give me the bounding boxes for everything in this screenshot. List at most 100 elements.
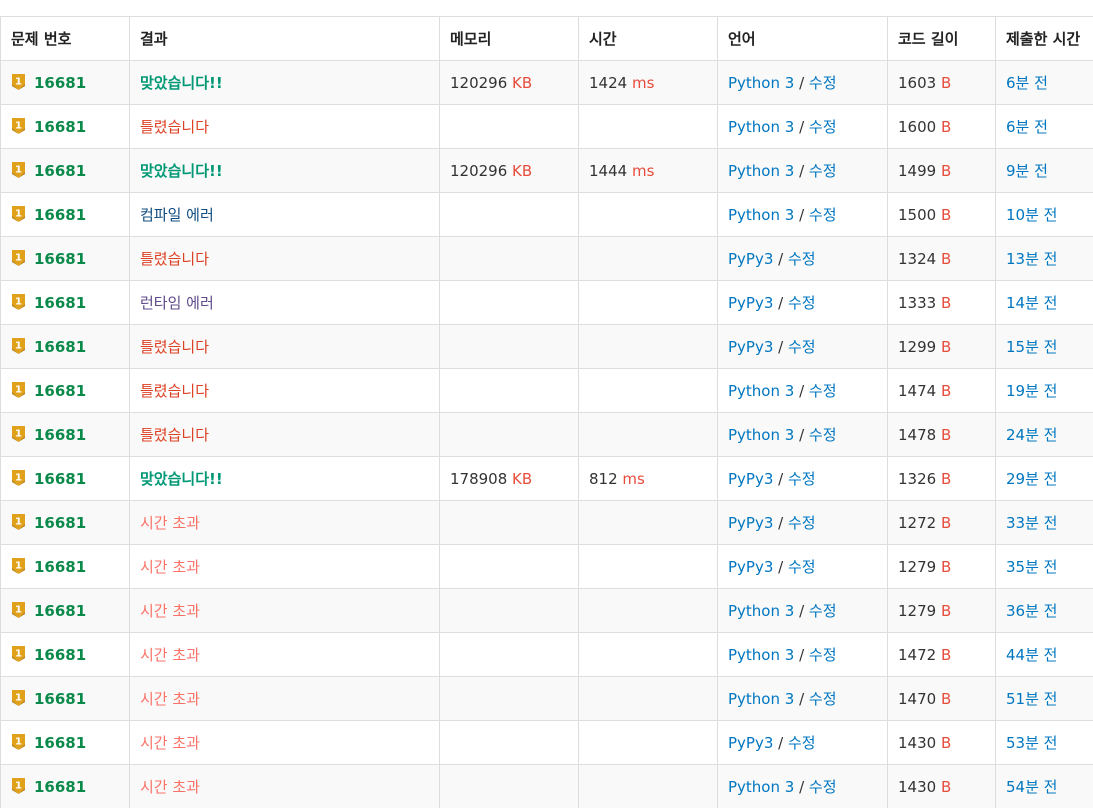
language-link[interactable]: Python 3 bbox=[728, 646, 794, 664]
problem-link[interactable]: 16681 bbox=[34, 646, 86, 664]
edit-link[interactable]: 수정 bbox=[788, 294, 816, 312]
result-text[interactable]: 런타임 에러 bbox=[140, 294, 214, 312]
submitted-time-link[interactable]: 24분 전 bbox=[1006, 426, 1057, 444]
problem-cell: 1 16681 bbox=[0, 324, 130, 369]
result-text[interactable]: 맞았습니다!! bbox=[140, 470, 223, 488]
edit-link[interactable]: 수정 bbox=[788, 470, 816, 488]
submitted-time-link[interactable]: 6분 전 bbox=[1006, 74, 1048, 92]
problem-link[interactable]: 16681 bbox=[34, 382, 86, 400]
result-text[interactable]: 시간 초과 bbox=[140, 558, 200, 576]
code-length-value: 1324 bbox=[898, 249, 937, 268]
edit-link[interactable]: 수정 bbox=[809, 162, 837, 180]
edit-link[interactable]: 수정 bbox=[809, 778, 837, 796]
edit-link[interactable]: 수정 bbox=[809, 602, 837, 620]
problem-link[interactable]: 16681 bbox=[34, 690, 86, 708]
table-row: 1 16681 시간 초과 PyPy3 / 수정 1430 B 53분 전 bbox=[0, 720, 1093, 765]
edit-link[interactable]: 수정 bbox=[809, 690, 837, 708]
language-link[interactable]: Python 3 bbox=[728, 206, 794, 224]
edit-link[interactable]: 수정 bbox=[809, 646, 837, 664]
result-text[interactable]: 시간 초과 bbox=[140, 514, 200, 532]
submitted-time-link[interactable]: 15분 전 bbox=[1006, 338, 1057, 356]
submitted-time-link[interactable]: 6분 전 bbox=[1006, 118, 1048, 136]
result-text[interactable]: 맞았습니다!! bbox=[140, 74, 223, 92]
problem-link[interactable]: 16681 bbox=[34, 206, 86, 224]
language-link[interactable]: PyPy3 bbox=[728, 514, 773, 532]
submitted-time-link[interactable]: 51분 전 bbox=[1006, 690, 1057, 708]
language-link[interactable]: PyPy3 bbox=[728, 250, 773, 268]
language-link[interactable]: Python 3 bbox=[728, 162, 794, 180]
result-text[interactable]: 시간 초과 bbox=[140, 778, 200, 796]
edit-link[interactable]: 수정 bbox=[809, 74, 837, 92]
time-unit: ms bbox=[622, 469, 645, 488]
language-link[interactable]: Python 3 bbox=[728, 778, 794, 796]
problem-link[interactable]: 16681 bbox=[34, 294, 86, 312]
submitted-time-cell: 29분 전 bbox=[995, 456, 1093, 501]
submitted-time-link[interactable]: 53분 전 bbox=[1006, 734, 1057, 752]
result-text[interactable]: 틀렸습니다 bbox=[140, 426, 209, 444]
code-length-unit: B bbox=[940, 469, 952, 488]
time-cell: 812 ms bbox=[578, 456, 718, 501]
edit-link[interactable]: 수정 bbox=[809, 206, 837, 224]
language-link[interactable]: PyPy3 bbox=[728, 558, 773, 576]
result-text[interactable]: 시간 초과 bbox=[140, 690, 200, 708]
submitted-time-link[interactable]: 10분 전 bbox=[1006, 206, 1057, 224]
result-text[interactable]: 맞았습니다!! bbox=[140, 162, 223, 180]
problem-link[interactable]: 16681 bbox=[34, 470, 86, 488]
problem-link[interactable]: 16681 bbox=[34, 162, 86, 180]
problem-link[interactable]: 16681 bbox=[34, 426, 86, 444]
submitted-time-link[interactable]: 19분 전 bbox=[1006, 382, 1057, 400]
submitted-time-link[interactable]: 36분 전 bbox=[1006, 602, 1057, 620]
edit-link[interactable]: 수정 bbox=[809, 382, 837, 400]
edit-link[interactable]: 수정 bbox=[788, 558, 816, 576]
edit-link[interactable]: 수정 bbox=[788, 734, 816, 752]
result-cell: 런타임 에러 bbox=[129, 280, 440, 325]
language-link[interactable]: PyPy3 bbox=[728, 470, 773, 488]
submitted-time-cell: 9분 전 bbox=[995, 148, 1093, 193]
submitted-time-link[interactable]: 14분 전 bbox=[1006, 294, 1057, 312]
edit-link[interactable]: 수정 bbox=[788, 514, 816, 532]
language-link[interactable]: PyPy3 bbox=[728, 294, 773, 312]
language-link[interactable]: Python 3 bbox=[728, 74, 794, 92]
result-text[interactable]: 시간 초과 bbox=[140, 734, 200, 752]
language-link[interactable]: Python 3 bbox=[728, 118, 794, 136]
problem-link[interactable]: 16681 bbox=[34, 602, 86, 620]
edit-link[interactable]: 수정 bbox=[809, 118, 837, 136]
language-link[interactable]: Python 3 bbox=[728, 426, 794, 444]
result-text[interactable]: 틀렸습니다 bbox=[140, 118, 209, 136]
language-link[interactable]: Python 3 bbox=[728, 690, 794, 708]
submitted-time-link[interactable]: 33분 전 bbox=[1006, 514, 1057, 532]
submitted-time-link[interactable]: 29분 전 bbox=[1006, 470, 1057, 488]
language-cell: PyPy3 / 수정 bbox=[717, 236, 888, 281]
result-text[interactable]: 시간 초과 bbox=[140, 646, 200, 664]
submitted-time-link[interactable]: 13분 전 bbox=[1006, 250, 1057, 268]
memory-cell: 120296 KB bbox=[439, 148, 579, 193]
result-text[interactable]: 시간 초과 bbox=[140, 602, 200, 620]
problem-link[interactable]: 16681 bbox=[34, 778, 86, 796]
problem-link[interactable]: 16681 bbox=[34, 734, 86, 752]
problem-cell: 1 16681 bbox=[0, 764, 130, 808]
submitted-time-link[interactable]: 9분 전 bbox=[1006, 162, 1048, 180]
language-link[interactable]: PyPy3 bbox=[728, 734, 773, 752]
edit-link[interactable]: 수정 bbox=[809, 426, 837, 444]
result-text[interactable]: 틀렸습니다 bbox=[140, 250, 209, 268]
result-text[interactable]: 틀렸습니다 bbox=[140, 382, 209, 400]
problem-link[interactable]: 16681 bbox=[34, 250, 86, 268]
submitted-time-link[interactable]: 54분 전 bbox=[1006, 778, 1057, 796]
language-cell: Python 3 / 수정 bbox=[717, 104, 888, 149]
edit-link[interactable]: 수정 bbox=[788, 250, 816, 268]
result-text[interactable]: 컴파일 에러 bbox=[140, 206, 214, 224]
language-link[interactable]: Python 3 bbox=[728, 602, 794, 620]
problem-link[interactable]: 16681 bbox=[34, 514, 86, 532]
language-link[interactable]: PyPy3 bbox=[728, 338, 773, 356]
memory-value: 120296 bbox=[450, 73, 508, 92]
language-link[interactable]: Python 3 bbox=[728, 382, 794, 400]
submitted-time-link[interactable]: 35분 전 bbox=[1006, 558, 1057, 576]
result-text[interactable]: 틀렸습니다 bbox=[140, 338, 209, 356]
edit-link[interactable]: 수정 bbox=[788, 338, 816, 356]
problem-link[interactable]: 16681 bbox=[34, 338, 86, 356]
submitted-time-link[interactable]: 44분 전 bbox=[1006, 646, 1057, 664]
problem-link[interactable]: 16681 bbox=[34, 74, 86, 92]
problem-link[interactable]: 16681 bbox=[34, 118, 86, 136]
problem-link[interactable]: 16681 bbox=[34, 558, 86, 576]
bronze-tier-1-icon: 1 bbox=[12, 645, 25, 662]
